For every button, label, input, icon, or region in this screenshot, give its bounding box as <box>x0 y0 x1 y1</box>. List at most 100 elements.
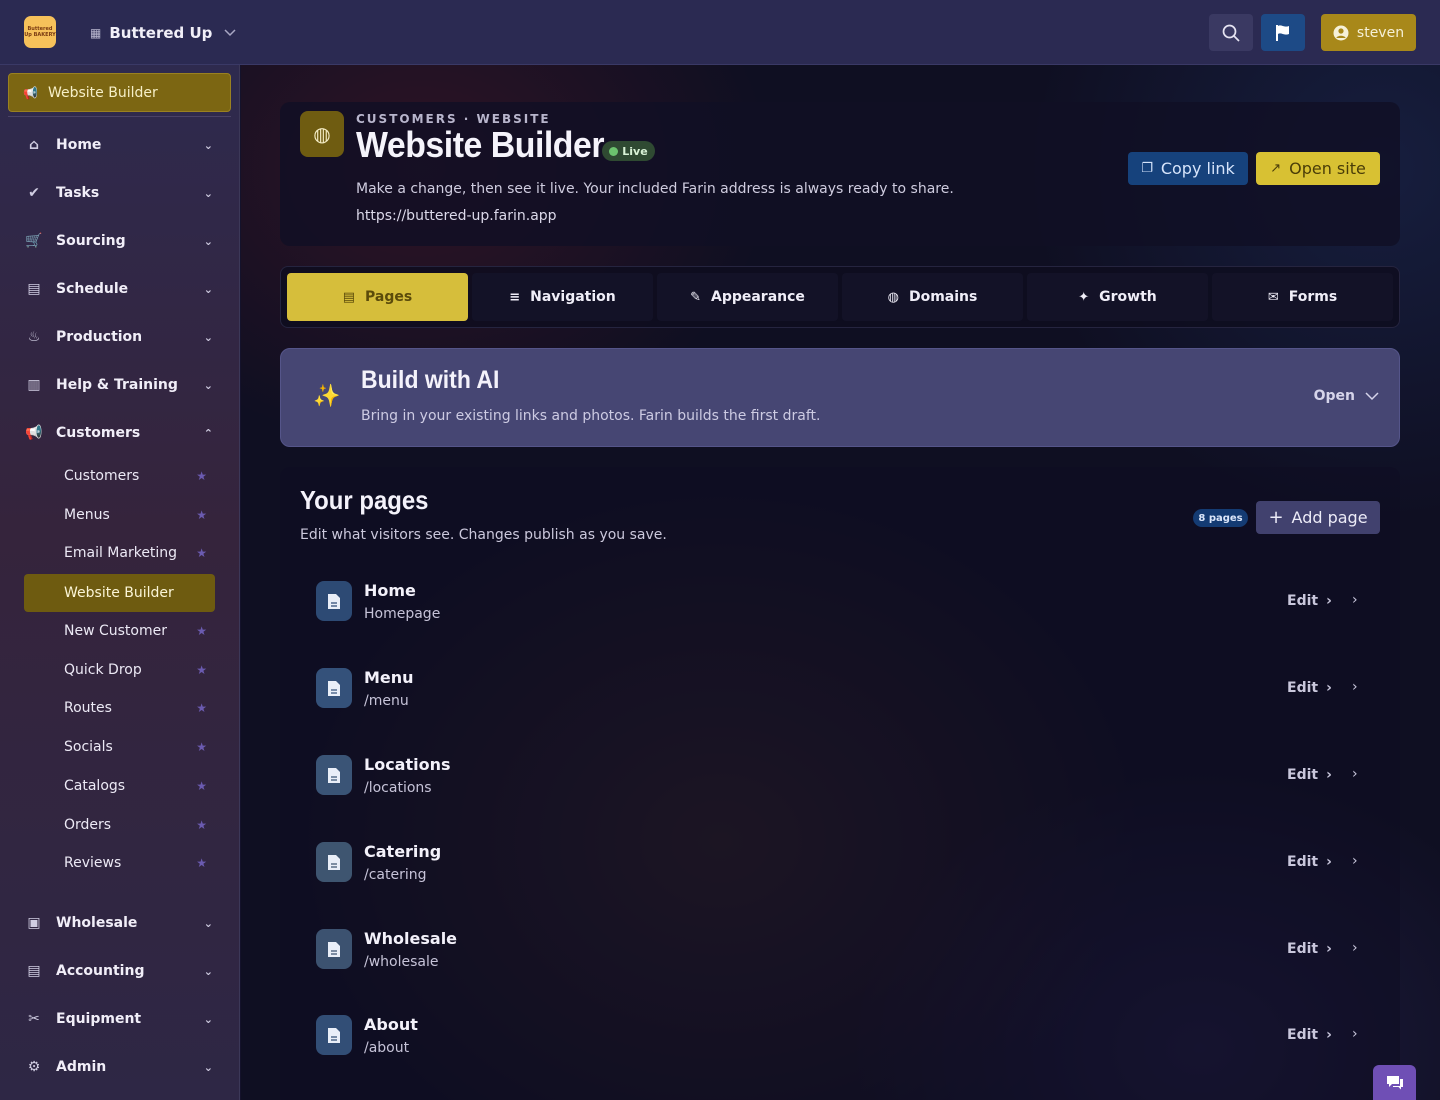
sidebar-subitem-reviews[interactable]: Reviews ★ <box>24 845 215 881</box>
sidebar-subitem-quick-drop[interactable]: Quick Drop ★ <box>24 652 215 688</box>
star-icon[interactable]: ★ <box>196 546 207 560</box>
file-icon <box>316 929 352 969</box>
pages-title: Your pages <box>300 485 429 515</box>
chevron-right-icon: › <box>1326 854 1332 870</box>
external-link-icon: ↗ <box>1270 161 1282 176</box>
page-row-menu[interactable]: Menu /menu Edit › › <box>300 654 1380 724</box>
sidebar-item-label: Customers <box>56 425 141 441</box>
edit-page-button[interactable]: Edit › <box>1287 1027 1332 1043</box>
chevron-down-icon: ⌄ <box>203 138 213 152</box>
ai-open-toggle[interactable]: Open <box>1314 388 1379 404</box>
star-icon[interactable]: ★ <box>196 663 207 677</box>
tab-growth[interactable]: ✦ Growth <box>1027 273 1208 321</box>
sidebar-current-page[interactable]: 📢 Website Builder <box>8 73 231 112</box>
add-page-button[interactable]: + Add page <box>1256 501 1380 534</box>
tab-pages[interactable]: ▤ Pages <box>287 273 468 321</box>
star-icon[interactable]: ★ <box>196 740 207 754</box>
sidebar-item-equipment[interactable]: ✂ Equipment ⌄ <box>16 1001 223 1037</box>
edit-page-button[interactable]: Edit › <box>1287 854 1332 870</box>
sidebar-subitem-new-customer[interactable]: New Customer ★ <box>24 613 215 649</box>
edit-page-button[interactable]: Edit › <box>1287 680 1332 696</box>
page-path: /catering <box>364 867 427 883</box>
sidebar-subitem-socials[interactable]: Socials ★ <box>24 729 215 765</box>
edit-page-button[interactable]: Edit › <box>1287 941 1332 957</box>
tab-label: Appearance <box>710 289 805 305</box>
page-row-wholesale[interactable]: Wholesale /wholesale Edit › › <box>300 915 1380 985</box>
chevron-up-icon: ⌃ <box>203 426 213 440</box>
sidebar-item-label: Equipment <box>56 1011 142 1027</box>
open-site-button[interactable]: ↗ Open site <box>1256 152 1380 185</box>
tab-appearance[interactable]: ✎ Appearance <box>657 273 838 321</box>
sidebar-item-home[interactable]: ⌂ Home ⌄ <box>16 127 223 163</box>
edit-page-button[interactable]: Edit › <box>1287 767 1332 783</box>
sidebar-subitem-label: Menus <box>64 507 110 523</box>
chat-button[interactable] <box>1373 1065 1416 1100</box>
star-icon[interactable]: ★ <box>196 624 207 638</box>
user-circle-icon <box>1333 25 1349 40</box>
org-logo[interactable]: Buttered Up BAKERY <box>24 16 56 48</box>
sidebar-item-accounting[interactable]: ▤ Accounting ⌄ <box>16 953 223 989</box>
build-with-ai-panel[interactable]: ✨ Build with AI Bring in your existing l… <box>280 348 1400 447</box>
globe-icon: ◍ <box>887 289 899 305</box>
ai-subtitle: Bring in your existing links and photos.… <box>361 408 821 424</box>
sidebar-item-label: Wholesale <box>56 915 138 931</box>
sidebar-subitem-orders[interactable]: Orders ★ <box>24 807 215 843</box>
chevron-right-icon[interactable]: › <box>1352 766 1358 782</box>
top-bar: Buttered Up BAKERY ▦ Buttered Up steven <box>0 0 1440 65</box>
page-row-home[interactable]: Home Homepage Edit › › <box>300 567 1380 637</box>
flag-button[interactable] <box>1261 14 1305 51</box>
sidebar: 📢 Website Builder ⌂ Home ⌄ ✔ Tasks ⌄ 🛒 S… <box>0 65 240 1100</box>
chevron-down-icon: ⌄ <box>203 330 213 344</box>
sidebar-item-label: Production <box>56 329 143 345</box>
sidebar-subitem-catalogs[interactable]: Catalogs ★ <box>24 768 215 804</box>
chevron-down-icon <box>1365 391 1379 400</box>
tab-domains[interactable]: ◍ Domains <box>842 273 1023 321</box>
chevron-right-icon[interactable]: › <box>1352 1026 1358 1042</box>
sidebar-subitem-menus[interactable]: Menus ★ <box>24 497 215 533</box>
sidebar-subitem-routes[interactable]: Routes ★ <box>24 690 215 726</box>
page-row-about[interactable]: About /about Edit › › <box>300 1001 1380 1071</box>
user-menu-button[interactable]: steven <box>1321 14 1416 51</box>
sidebar-subitem-email-marketing[interactable]: Email Marketing ★ <box>24 535 215 571</box>
sidebar-item-help-training[interactable]: ▥ Help & Training ⌄ <box>16 367 223 403</box>
tab-forms[interactable]: ✉ Forms <box>1212 273 1393 321</box>
page-row-catering[interactable]: Catering /catering Edit › › <box>300 828 1380 898</box>
tab-navigation[interactable]: ≡ Navigation <box>472 273 653 321</box>
copy-link-button[interactable]: ❐ Copy link <box>1128 152 1248 185</box>
chevron-down-icon: ⌄ <box>203 282 213 296</box>
book-icon: ▥ <box>27 377 41 393</box>
star-icon[interactable]: ★ <box>196 508 207 522</box>
sidebar-subitem-customers[interactable]: Customers ★ <box>24 458 215 494</box>
chevron-right-icon[interactable]: › <box>1352 679 1358 695</box>
pages-panel: Your pages Edit what visitors see. Chang… <box>280 467 1400 1100</box>
sidebar-subitem-label: Catalogs <box>64 778 126 794</box>
sidebar-subitem-label: Socials <box>64 739 113 755</box>
chevron-right-icon[interactable]: › <box>1352 592 1358 608</box>
star-icon[interactable]: ★ <box>196 779 207 793</box>
page-row-locations[interactable]: Locations /locations Edit › › <box>300 741 1380 811</box>
chevron-right-icon[interactable]: › <box>1352 853 1358 869</box>
pages-subtitle: Edit what visitors see. Changes publish … <box>300 527 667 543</box>
site-url[interactable]: https://buttered-up.farin.app <box>356 208 557 224</box>
star-icon[interactable]: ★ <box>196 818 207 832</box>
chevron-right-icon[interactable]: › <box>1352 940 1358 956</box>
star-icon[interactable]: ★ <box>196 856 207 870</box>
star-icon[interactable]: ★ <box>196 469 207 483</box>
sidebar-item-customers[interactable]: 📢 Customers ⌃ <box>16 415 223 451</box>
sidebar-subitem-label: Customers <box>64 468 140 484</box>
edit-page-button[interactable]: Edit › <box>1287 593 1332 609</box>
sidebar-item-admin[interactable]: ⚙ Admin ⌄ <box>16 1049 223 1085</box>
sparkle-icon: ✨ <box>313 384 341 409</box>
sidebar-item-sourcing[interactable]: 🛒 Sourcing ⌄ <box>16 223 223 259</box>
search-button[interactable] <box>1209 14 1253 51</box>
sidebar-item-production[interactable]: ♨ Production ⌄ <box>16 319 223 355</box>
star-icon[interactable]: ★ <box>196 701 207 715</box>
file-icon: ▤ <box>342 289 356 305</box>
tab-bar: ▤ Pages ≡ Navigation ✎ Appearance ◍ Doma… <box>280 266 1400 328</box>
org-switcher[interactable]: ▦ Buttered Up <box>90 21 236 45</box>
sidebar-item-schedule[interactable]: ▤ Schedule ⌄ <box>16 271 223 307</box>
sidebar-item-tasks[interactable]: ✔ Tasks ⌄ <box>16 175 223 211</box>
sidebar-subitem-website-builder[interactable]: Website Builder <box>24 574 215 612</box>
sidebar-item-wholesale[interactable]: ▣ Wholesale ⌄ <box>16 905 223 941</box>
file-icon <box>316 755 352 795</box>
